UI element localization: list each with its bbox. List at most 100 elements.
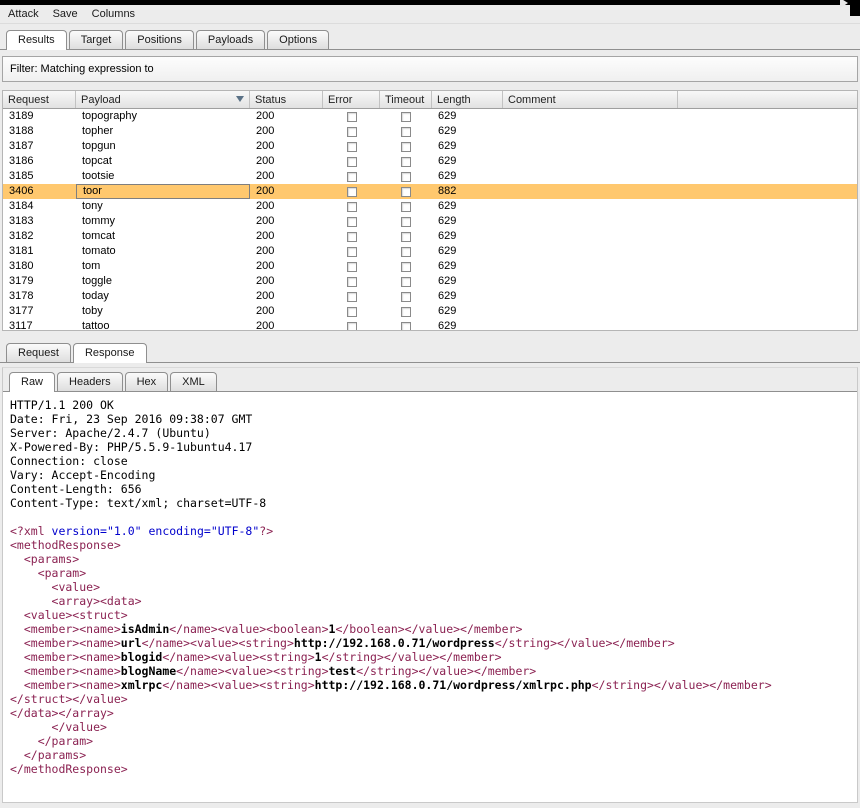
timeout-checkbox xyxy=(401,127,411,137)
cell-comment xyxy=(503,214,678,229)
tab-results[interactable]: Results xyxy=(6,30,67,50)
cell-comment xyxy=(503,184,678,199)
cell-request: 3185 xyxy=(3,169,76,184)
cell-length: 629 xyxy=(432,229,503,244)
cell-error xyxy=(323,244,380,259)
column-header-payload[interactable]: Payload xyxy=(76,91,250,108)
response-line: <array><data> xyxy=(10,594,857,608)
cell-error xyxy=(323,184,380,199)
error-checkbox xyxy=(347,157,357,167)
cell-request: 3117 xyxy=(3,319,76,330)
timeout-checkbox xyxy=(401,262,411,272)
cell-length: 629 xyxy=(432,154,503,169)
cell-timeout xyxy=(380,274,432,289)
table-row[interactable]: 3117tattoo200629 xyxy=(3,319,857,330)
cell-timeout xyxy=(380,304,432,319)
error-checkbox xyxy=(347,142,357,152)
cell-payload: tomcat xyxy=(76,229,250,244)
cell-payload: toby xyxy=(76,304,250,319)
table-body[interactable]: 3189topography2006293188topher2006293187… xyxy=(3,109,857,330)
menu-item-attack[interactable]: Attack xyxy=(8,8,39,20)
cell-payload: tommy xyxy=(76,214,250,229)
table-row[interactable]: 3184tony200629 xyxy=(3,199,857,214)
table-row[interactable]: 3185tootsie200629 xyxy=(3,169,857,184)
cell-comment xyxy=(503,139,678,154)
cell-error xyxy=(323,154,380,169)
cell-error xyxy=(323,274,380,289)
timeout-checkbox xyxy=(401,202,411,212)
view-tab-raw[interactable]: Raw xyxy=(9,372,55,392)
cell-payload: toggle xyxy=(76,274,250,289)
response-line: <?xml version="1.0" encoding="UTF-8"?> xyxy=(10,524,857,538)
table-row[interactable]: 3187topgun200629 xyxy=(3,139,857,154)
cell-timeout xyxy=(380,244,432,259)
timeout-checkbox xyxy=(401,187,411,197)
column-label: Error xyxy=(328,94,352,106)
cell-request: 3184 xyxy=(3,199,76,214)
table-row[interactable]: 3181tomato200629 xyxy=(3,244,857,259)
cell-timeout xyxy=(380,214,432,229)
column-header-timeout[interactable]: Timeout xyxy=(380,91,432,108)
message-tab-request[interactable]: Request xyxy=(6,343,71,362)
cell-request: 3181 xyxy=(3,244,76,259)
error-checkbox xyxy=(347,292,357,302)
table-row[interactable]: 3182tomcat200629 xyxy=(3,229,857,244)
column-header-error[interactable]: Error xyxy=(323,91,380,108)
cell-timeout xyxy=(380,169,432,184)
view-tab-xml[interactable]: XML xyxy=(170,372,217,391)
cell-request: 3178 xyxy=(3,289,76,304)
cell-status: 200 xyxy=(250,184,323,199)
column-header-length[interactable]: Length xyxy=(432,91,503,108)
cell-timeout xyxy=(380,229,432,244)
tab-target[interactable]: Target xyxy=(69,30,124,49)
view-tab-hex[interactable]: Hex xyxy=(125,372,169,391)
menu-item-columns[interactable]: Columns xyxy=(92,8,135,20)
cell-timeout xyxy=(380,259,432,274)
column-header-status[interactable]: Status xyxy=(250,91,323,108)
cell-error xyxy=(323,169,380,184)
tab-positions[interactable]: Positions xyxy=(125,30,194,49)
column-header-comment[interactable]: Comment xyxy=(503,91,678,108)
tab-payloads[interactable]: Payloads xyxy=(196,30,265,49)
response-line: Connection: close xyxy=(10,454,857,468)
response-line: <member><name>url</name><value><string>h… xyxy=(10,636,857,650)
table-row[interactable]: 3406toor200882 xyxy=(3,184,857,199)
column-header-request[interactable]: Request xyxy=(3,91,76,108)
cell-request: 3406 xyxy=(3,184,76,199)
error-checkbox xyxy=(347,247,357,257)
splitter[interactable] xyxy=(0,331,860,339)
table-row[interactable]: 3183tommy200629 xyxy=(3,214,857,229)
cell-timeout xyxy=(380,139,432,154)
cell-length: 629 xyxy=(432,109,503,124)
filter-bar[interactable]: Filter: Matching expression to xyxy=(2,56,858,82)
response-raw-view[interactable]: HTTP/1.1 200 OKDate: Fri, 23 Sep 2016 09… xyxy=(3,392,857,802)
cell-timeout xyxy=(380,124,432,139)
response-line: HTTP/1.1 200 OK xyxy=(10,398,857,412)
error-checkbox xyxy=(347,307,357,317)
cell-length: 629 xyxy=(432,274,503,289)
table-row[interactable]: 3180tom200629 xyxy=(3,259,857,274)
tab-options[interactable]: Options xyxy=(267,30,329,49)
cell-payload: topher xyxy=(76,124,250,139)
column-label: Comment xyxy=(508,94,556,106)
cell-error xyxy=(323,124,380,139)
cell-payload: tootsie xyxy=(76,169,250,184)
table-row[interactable]: 3178today200629 xyxy=(3,289,857,304)
table-row[interactable]: 3177toby200629 xyxy=(3,304,857,319)
menu-item-save[interactable]: Save xyxy=(53,8,78,20)
table-row[interactable]: 3186topcat200629 xyxy=(3,154,857,169)
message-tab-response[interactable]: Response xyxy=(73,343,147,363)
error-checkbox xyxy=(347,127,357,137)
cell-request: 3182 xyxy=(3,229,76,244)
window-corner-block xyxy=(850,0,860,16)
view-tab-headers[interactable]: Headers xyxy=(57,372,123,391)
results-table: RequestPayloadStatus Error TimeoutLength Co… xyxy=(2,90,858,331)
menu-bar: Attack Save Columns xyxy=(0,5,860,24)
cell-comment xyxy=(503,169,678,184)
table-row[interactable]: 3179toggle200629 xyxy=(3,274,857,289)
table-row[interactable]: 3189topography200629 xyxy=(3,109,857,124)
response-line: </params> xyxy=(10,748,857,762)
cell-status: 200 xyxy=(250,244,323,259)
timeout-checkbox xyxy=(401,292,411,302)
table-row[interactable]: 3188topher200629 xyxy=(3,124,857,139)
